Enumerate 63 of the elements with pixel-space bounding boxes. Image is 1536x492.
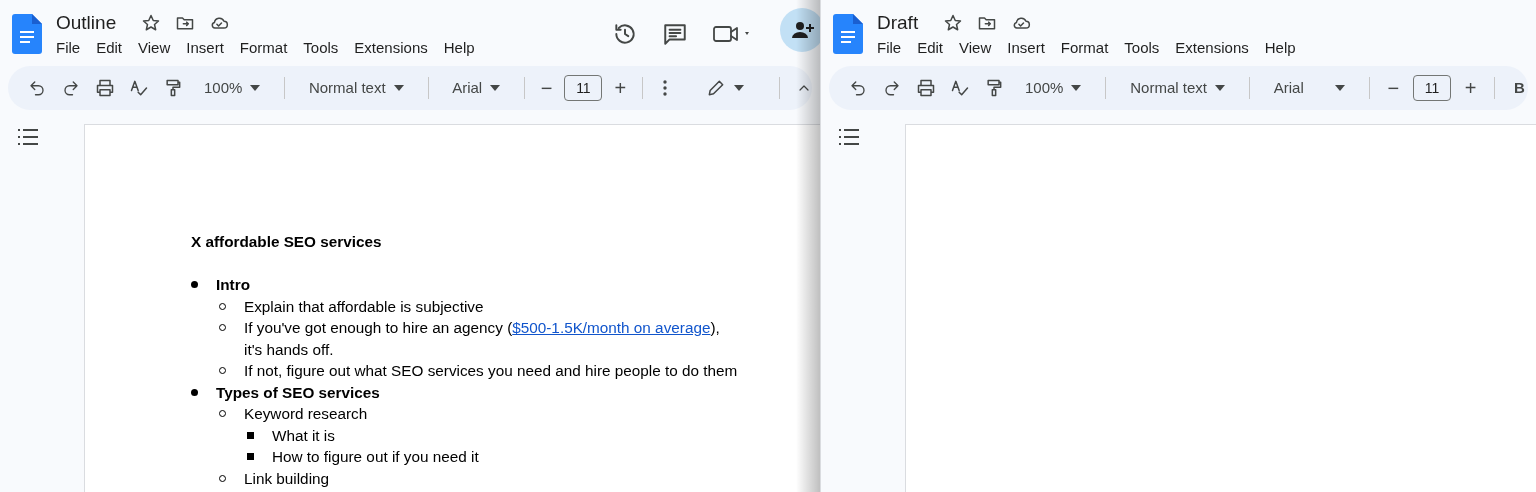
menu-item[interactable]: Insert: [178, 39, 232, 57]
docs-logo-icon[interactable]: [833, 14, 863, 54]
zoom-dropdown[interactable]: 100%: [196, 74, 269, 102]
menu-item[interactable]: File: [875, 39, 910, 57]
decrease-size-button[interactable]: −: [540, 73, 553, 103]
menu-item[interactable]: File: [54, 39, 89, 57]
list-item-text: Link building: [244, 468, 331, 489]
bullet-icon: [247, 431, 254, 439]
decrease-size-button[interactable]: −: [1385, 73, 1401, 103]
menu-item[interactable]: Tools: [1116, 39, 1168, 57]
docs-logo-icon[interactable]: [12, 14, 42, 54]
document-heading: X affordable SEO services: [191, 232, 383, 252]
comment-icon[interactable]: [662, 21, 688, 47]
link[interactable]: $500-1.5K/month on average: [512, 319, 711, 336]
font-dropdown[interactable]: Arial: [1265, 74, 1353, 102]
font-size-field[interactable]: 11: [1412, 75, 1451, 101]
caret-icon[interactable]: [1334, 85, 1345, 91]
menu-item[interactable]: Format: [1052, 39, 1117, 57]
list-item-text: What it is: [272, 425, 336, 446]
increase-size-button[interactable]: +: [1462, 73, 1479, 103]
bullet-icon: [191, 388, 198, 396]
list-item-text: Keyword research: [244, 404, 369, 424]
menu-item[interactable]: Help: [435, 39, 483, 57]
list-item-text: Explain that affordable is subjective: [244, 296, 485, 317]
caret-icon[interactable]: [733, 85, 744, 91]
menu-item[interactable]: Insert: [999, 39, 1053, 57]
list-item-text: Intro: [216, 275, 251, 295]
menu-item[interactable]: Extensions: [346, 39, 436, 57]
caret-icon[interactable]: [250, 85, 261, 91]
bold-button[interactable]: B: [1511, 76, 1528, 100]
zoom-dropdown[interactable]: 100%: [1017, 74, 1090, 102]
document-title[interactable]: Draft: [877, 12, 919, 34]
increase-size-button[interactable]: +: [614, 73, 627, 103]
share-icon[interactable]: [780, 8, 820, 52]
document-title[interactable]: Outline: [56, 12, 117, 34]
menu-item[interactable]: View: [951, 39, 1000, 57]
bullet-icon: [191, 281, 198, 288]
more-icon[interactable]: [662, 80, 667, 96]
menu-item[interactable]: Extensions: [1167, 39, 1257, 57]
list-item-text: If you've got enough to hire an agency ($500-1.5K/month on average), it's hands off.: [244, 318, 721, 360]
menu-item[interactable]: View: [130, 39, 179, 57]
list-item-text: How to figure out if you need it: [272, 447, 480, 467]
caret-icon[interactable]: [490, 85, 501, 91]
menu-item[interactable]: Help: [1256, 39, 1304, 57]
menu-item[interactable]: Tools: [295, 39, 347, 57]
print-icon[interactable]: [915, 77, 937, 99]
outline-icon[interactable]: [17, 128, 39, 146]
outline-icon[interactable]: [838, 128, 860, 146]
list-item-text: Types of SEO services: [216, 382, 381, 403]
caret-icon[interactable]: [1214, 85, 1225, 91]
menu-item[interactable]: Format: [231, 39, 296, 57]
history-icon[interactable]: [612, 21, 638, 47]
list-item-text: If not, figure out what SEO services you need and hire people to do them: [244, 361, 739, 381]
menu-item[interactable]: Edit: [88, 39, 131, 57]
menu-item[interactable]: Edit: [909, 39, 952, 57]
caret-icon[interactable]: [393, 85, 404, 91]
caret-icon[interactable]: [1071, 85, 1082, 91]
style-dropdown[interactable]: Normal text: [1122, 74, 1233, 102]
font-size-field[interactable]: 11: [564, 75, 603, 101]
font-dropdown[interactable]: Arial: [444, 74, 509, 102]
print-icon[interactable]: [94, 77, 116, 99]
style-dropdown[interactable]: Normal text: [300, 74, 412, 102]
bullet-icon: [247, 453, 254, 460]
